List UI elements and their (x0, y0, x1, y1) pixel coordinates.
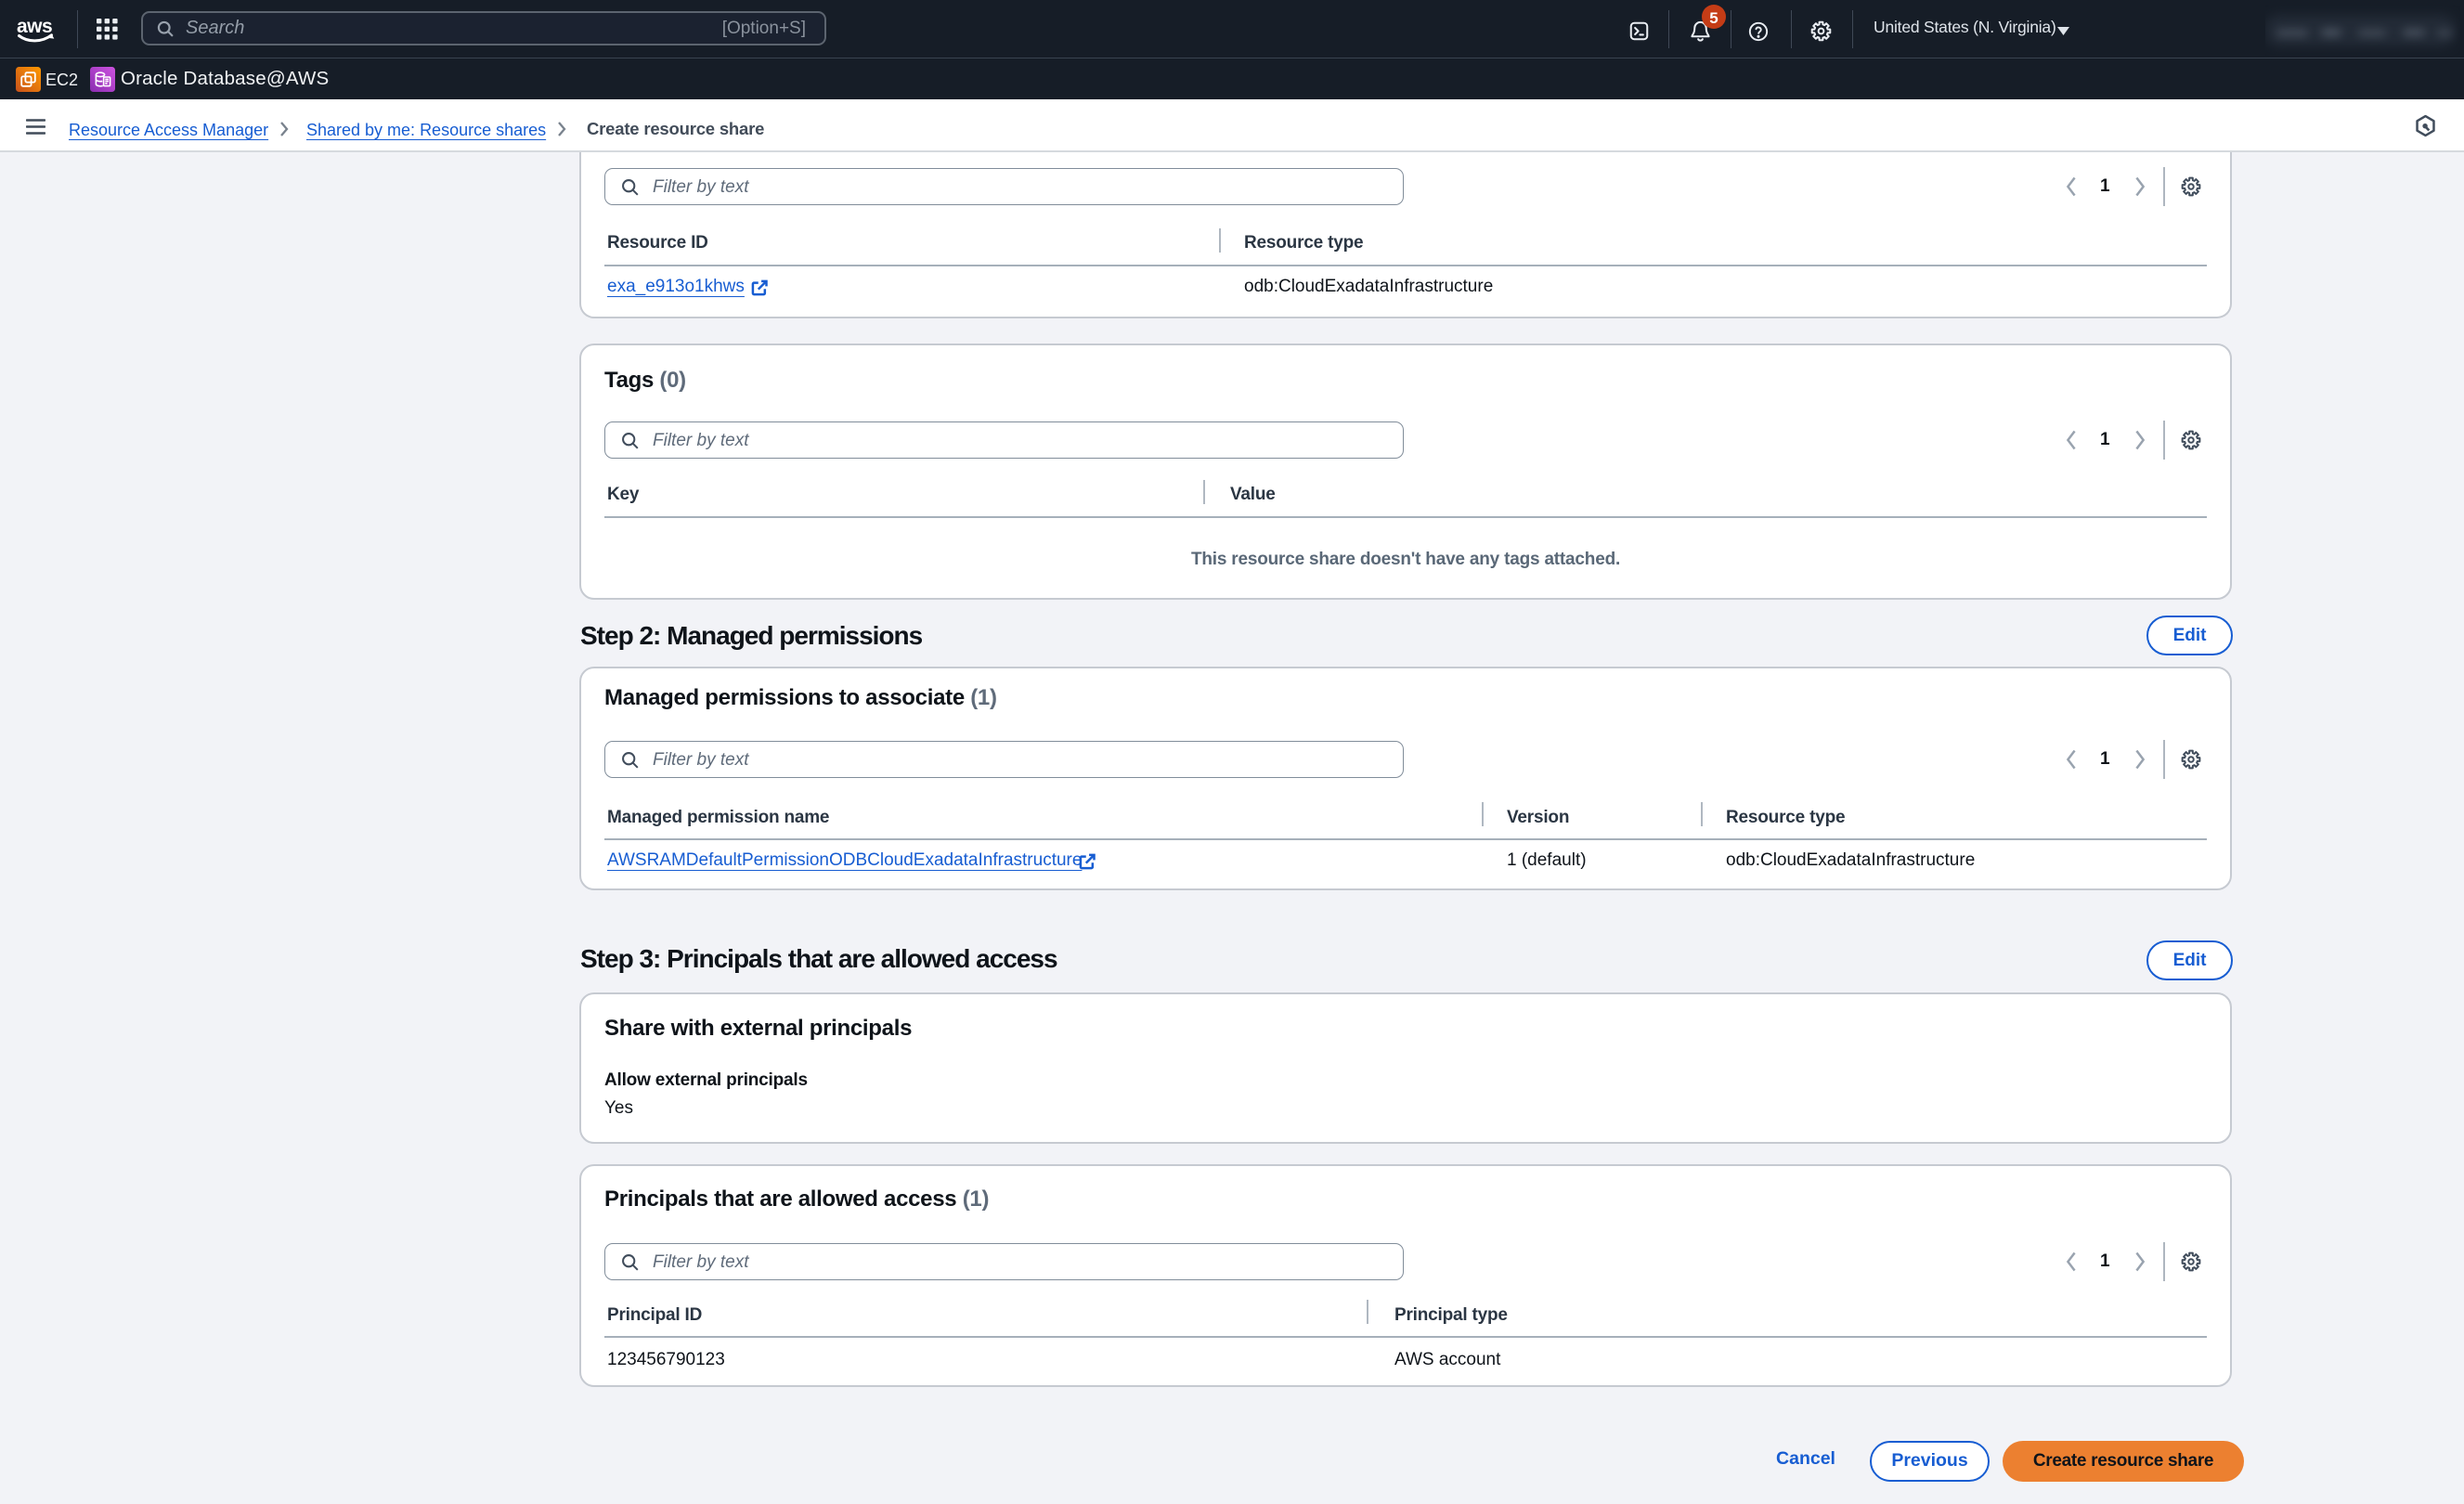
svg-text:aws: aws (17, 16, 52, 37)
